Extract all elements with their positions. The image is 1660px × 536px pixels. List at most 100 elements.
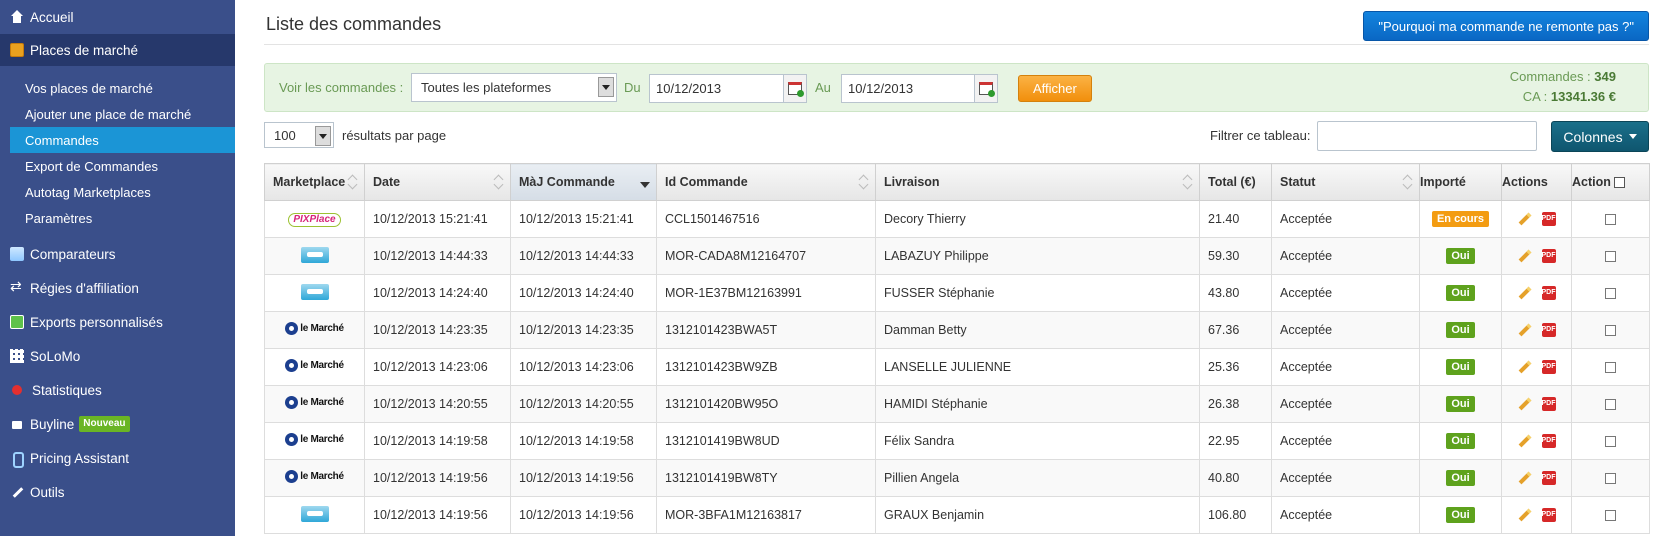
col-action: Action: [1571, 163, 1650, 201]
subnav-commandes[interactable]: Commandes: [10, 127, 235, 153]
pencil-icon[interactable]: [1518, 323, 1531, 337]
calendar-to-button[interactable]: [974, 74, 998, 103]
per-page-value: 100: [274, 127, 296, 143]
nav-statistiques[interactable]: Statistiques: [0, 373, 235, 407]
pdf-icon[interactable]: PDF: [1541, 508, 1556, 523]
rueducommerce-logo: [300, 505, 329, 522]
date-from-input[interactable]: 10/12/2013: [649, 74, 784, 103]
header-label: Total (€): [1208, 175, 1256, 189]
cell-id: 1312101423BWA5T: [656, 311, 876, 349]
table-row[interactable]: le Marché 10/12/2013 14:20:55 10/12/2013 1…: [264, 385, 1650, 423]
nav-outils[interactable]: Outils: [0, 475, 235, 509]
subnav-export-commandes[interactable]: Export de Commandes: [0, 153, 235, 179]
table-row[interactable]: 10/12/2013 14:44:33 10/12/2013 14:44:33 MO…: [264, 237, 1650, 275]
table-row[interactable]: le Marché 10/12/2013 14:19:58 10/12/2013 1…: [264, 422, 1650, 460]
pencil-icon[interactable]: [1518, 286, 1531, 300]
pencil-icon[interactable]: [1518, 360, 1531, 374]
subnav-autotag[interactable]: Autotag Marketplaces: [0, 179, 235, 205]
row-checkbox[interactable]: [1605, 399, 1616, 411]
row-checkbox[interactable]: [1605, 251, 1616, 263]
row-checkbox[interactable]: [1605, 325, 1616, 337]
pdf-icon[interactable]: PDF: [1541, 397, 1556, 412]
cell-date: 10/12/2013 14:44:33: [364, 237, 511, 275]
colonnes-button[interactable]: Colonnes: [1551, 121, 1649, 152]
row-checkbox[interactable]: [1605, 436, 1616, 448]
pencil-icon[interactable]: [1518, 249, 1531, 263]
nav-accueil[interactable]: Accueil: [0, 0, 235, 34]
table-row[interactable]: 10/12/2013 14:19:56 10/12/2013 14:19:56 MO…: [264, 496, 1650, 534]
sidebar: Accueil Places de marché Vos places de m…: [0, 0, 235, 536]
pdf-icon[interactable]: PDF: [1541, 323, 1556, 338]
rueducommerce-logo: [300, 246, 329, 263]
filter-table-input[interactable]: [1317, 121, 1537, 151]
col-actions: Actions: [1501, 163, 1572, 201]
nav-label: Statistiques: [32, 382, 102, 398]
col-livraison[interactable]: Livraison: [875, 163, 1200, 201]
pencil-icon[interactable]: [1518, 212, 1531, 226]
cell-statut: Acceptée: [1271, 459, 1420, 497]
cell-livraison: Pillien Angela: [875, 459, 1200, 497]
nav-buyline[interactable]: Buyline Nouveau: [0, 407, 235, 441]
pencil-icon[interactable]: [1518, 508, 1531, 522]
col-date[interactable]: Date: [364, 163, 511, 201]
cell-id: MOR-1E37BM12163991: [656, 274, 876, 312]
col-total[interactable]: Total (€): [1199, 163, 1272, 201]
pdf-icon[interactable]: PDF: [1541, 434, 1556, 449]
subnav-parametres[interactable]: Paramètres: [0, 205, 235, 231]
header-label: Action: [1572, 175, 1611, 189]
importe-badge-yes: Oui: [1446, 359, 1475, 375]
pdf-icon[interactable]: PDF: [1541, 249, 1556, 264]
pdf-icon[interactable]: PDF: [1541, 212, 1556, 227]
calendar-from-button[interactable]: [783, 74, 807, 103]
nav-solomo[interactable]: SoLoMo: [0, 339, 235, 373]
nav-exports[interactable]: Exports personnalisés: [0, 305, 235, 339]
chevron-down-icon: [598, 77, 614, 97]
cell-marketplace: le Marché: [264, 422, 365, 460]
row-checkbox[interactable]: [1605, 288, 1616, 300]
cell-actions: PDF: [1501, 385, 1572, 423]
cell-maj: 10/12/2013 14:23:06: [510, 348, 657, 386]
nav-label: Pricing Assistant: [30, 450, 130, 466]
cell-importe: Oui: [1419, 274, 1502, 312]
nav-regies[interactable]: Régies d'affiliation: [0, 271, 235, 305]
col-marketplace[interactable]: Marketplace: [264, 163, 365, 201]
box-icon: [10, 43, 24, 57]
row-checkbox[interactable]: [1605, 510, 1616, 522]
calendar-icon: [788, 82, 804, 97]
pencil-icon[interactable]: [1518, 397, 1531, 411]
subnav-vos-places[interactable]: Vos places de marché: [0, 75, 235, 101]
subnav-ajouter-place[interactable]: Ajouter une place de marché: [0, 101, 235, 127]
nav-places-de-marche[interactable]: Places de marché: [0, 34, 235, 66]
table-row[interactable]: le Marché 10/12/2013 14:23:35 10/12/2013 1…: [264, 311, 1650, 349]
afficher-button[interactable]: Afficher: [1018, 75, 1092, 102]
col-importe[interactable]: Importé: [1419, 163, 1502, 201]
pdf-icon[interactable]: PDF: [1541, 286, 1556, 301]
table-row[interactable]: PIXPlace 10/12/2013 15:21:41 10/12/2013 15…: [264, 200, 1650, 238]
table-row[interactable]: le Marché 10/12/2013 14:19:56 10/12/2013 1…: [264, 459, 1650, 497]
nav-comparateurs[interactable]: Comparateurs: [0, 237, 235, 271]
col-id-commande[interactable]: Id Commande: [656, 163, 876, 201]
col-statut[interactable]: Statut: [1271, 163, 1420, 201]
row-checkbox[interactable]: [1605, 214, 1616, 226]
cell-maj: 10/12/2013 14:19:56: [510, 496, 657, 534]
col-maj-commande[interactable]: MàJ Commande: [510, 163, 657, 201]
pdf-icon[interactable]: PDF: [1541, 360, 1556, 375]
row-checkbox[interactable]: [1605, 362, 1616, 374]
platform-select[interactable]: Toutes les plateformes: [411, 73, 617, 102]
pencil-icon[interactable]: [1518, 471, 1531, 485]
pdf-icon[interactable]: PDF: [1541, 471, 1556, 486]
header-label: Marketplace: [273, 175, 346, 189]
select-all-checkbox[interactable]: [1613, 177, 1625, 189]
cell-marketplace: [264, 496, 365, 534]
per-page-select[interactable]: 100: [264, 122, 334, 148]
date-to-input[interactable]: 10/12/2013: [841, 74, 975, 103]
pencil-icon[interactable]: [1518, 434, 1531, 448]
lemarche-logo-text: le Marché: [300, 360, 344, 371]
nav-accueil-label: Accueil: [30, 9, 74, 25]
row-checkbox[interactable]: [1605, 473, 1616, 485]
commandes-value: 349: [1594, 69, 1616, 84]
table-row[interactable]: le Marché 10/12/2013 14:23:06 10/12/2013 1…: [264, 348, 1650, 386]
nav-pricing-assistant[interactable]: Pricing Assistant: [0, 441, 235, 475]
table-row[interactable]: 10/12/2013 14:24:40 10/12/2013 14:24:40 MO…: [264, 274, 1650, 312]
why-order-missing-button[interactable]: "Pourquoi ma commande ne remonte pas ?": [1363, 11, 1649, 41]
